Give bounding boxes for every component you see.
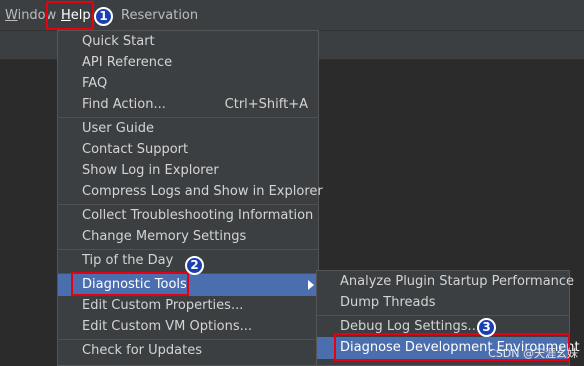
- submenu-arrow-icon: [308, 280, 314, 290]
- menu-item-user-guide[interactable]: User Guide: [82, 119, 154, 139]
- menu-item-tip-of-day[interactable]: Tip of the Day: [82, 251, 173, 271]
- shortcut-label: Ctrl+Shift+A: [224, 97, 308, 112]
- menu-reservation[interactable]: Reservation: [118, 7, 201, 25]
- menu-separator: [58, 117, 318, 118]
- menu-item-check-updates[interactable]: Check for Updates: [82, 341, 202, 361]
- annotation-box-help: [46, 1, 94, 30]
- help-menu-dropdown: Quick Start API Reference FAQ Find Actio…: [57, 30, 323, 366]
- menu-item-faq[interactable]: FAQ: [82, 74, 107, 94]
- watermark: CSDN @天涯幺妹: [488, 347, 578, 360]
- menu-item-edit-vm-options[interactable]: Edit Custom VM Options...: [82, 317, 252, 337]
- menu-separator: [58, 339, 318, 340]
- step-badge-1: 1: [94, 7, 113, 26]
- menu-item-quick-start[interactable]: Quick Start: [82, 32, 155, 52]
- menu-item-find-action[interactable]: Find Action... Ctrl+Shift+A: [82, 95, 308, 115]
- step-badge-3: 3: [477, 318, 496, 337]
- menu-separator: [317, 315, 569, 316]
- annotation-box-diagnostic: [71, 272, 189, 296]
- menu-separator: [58, 204, 318, 205]
- submenu-item-dump-threads[interactable]: Dump Threads: [340, 293, 436, 313]
- menu-item-contact-support[interactable]: Contact Support: [82, 140, 188, 160]
- menu-item-collect-troubleshooting[interactable]: Collect Troubleshooting Information: [82, 206, 313, 226]
- menu-item-label: Find Action...: [82, 97, 166, 112]
- menu-item-change-memory[interactable]: Change Memory Settings: [82, 227, 246, 247]
- menu-item-compress-logs[interactable]: Compress Logs and Show in Explorer: [82, 182, 323, 202]
- menu-item-edit-custom-properties[interactable]: Edit Custom Properties...: [82, 296, 243, 316]
- submenu-item-analyze-plugin[interactable]: Analyze Plugin Startup Performance: [340, 272, 574, 292]
- menu-item-show-log[interactable]: Show Log in Explorer: [82, 161, 219, 181]
- menu-item-api-reference[interactable]: API Reference: [82, 53, 172, 73]
- step-badge-2: 2: [185, 256, 204, 275]
- menu-separator: [58, 249, 318, 250]
